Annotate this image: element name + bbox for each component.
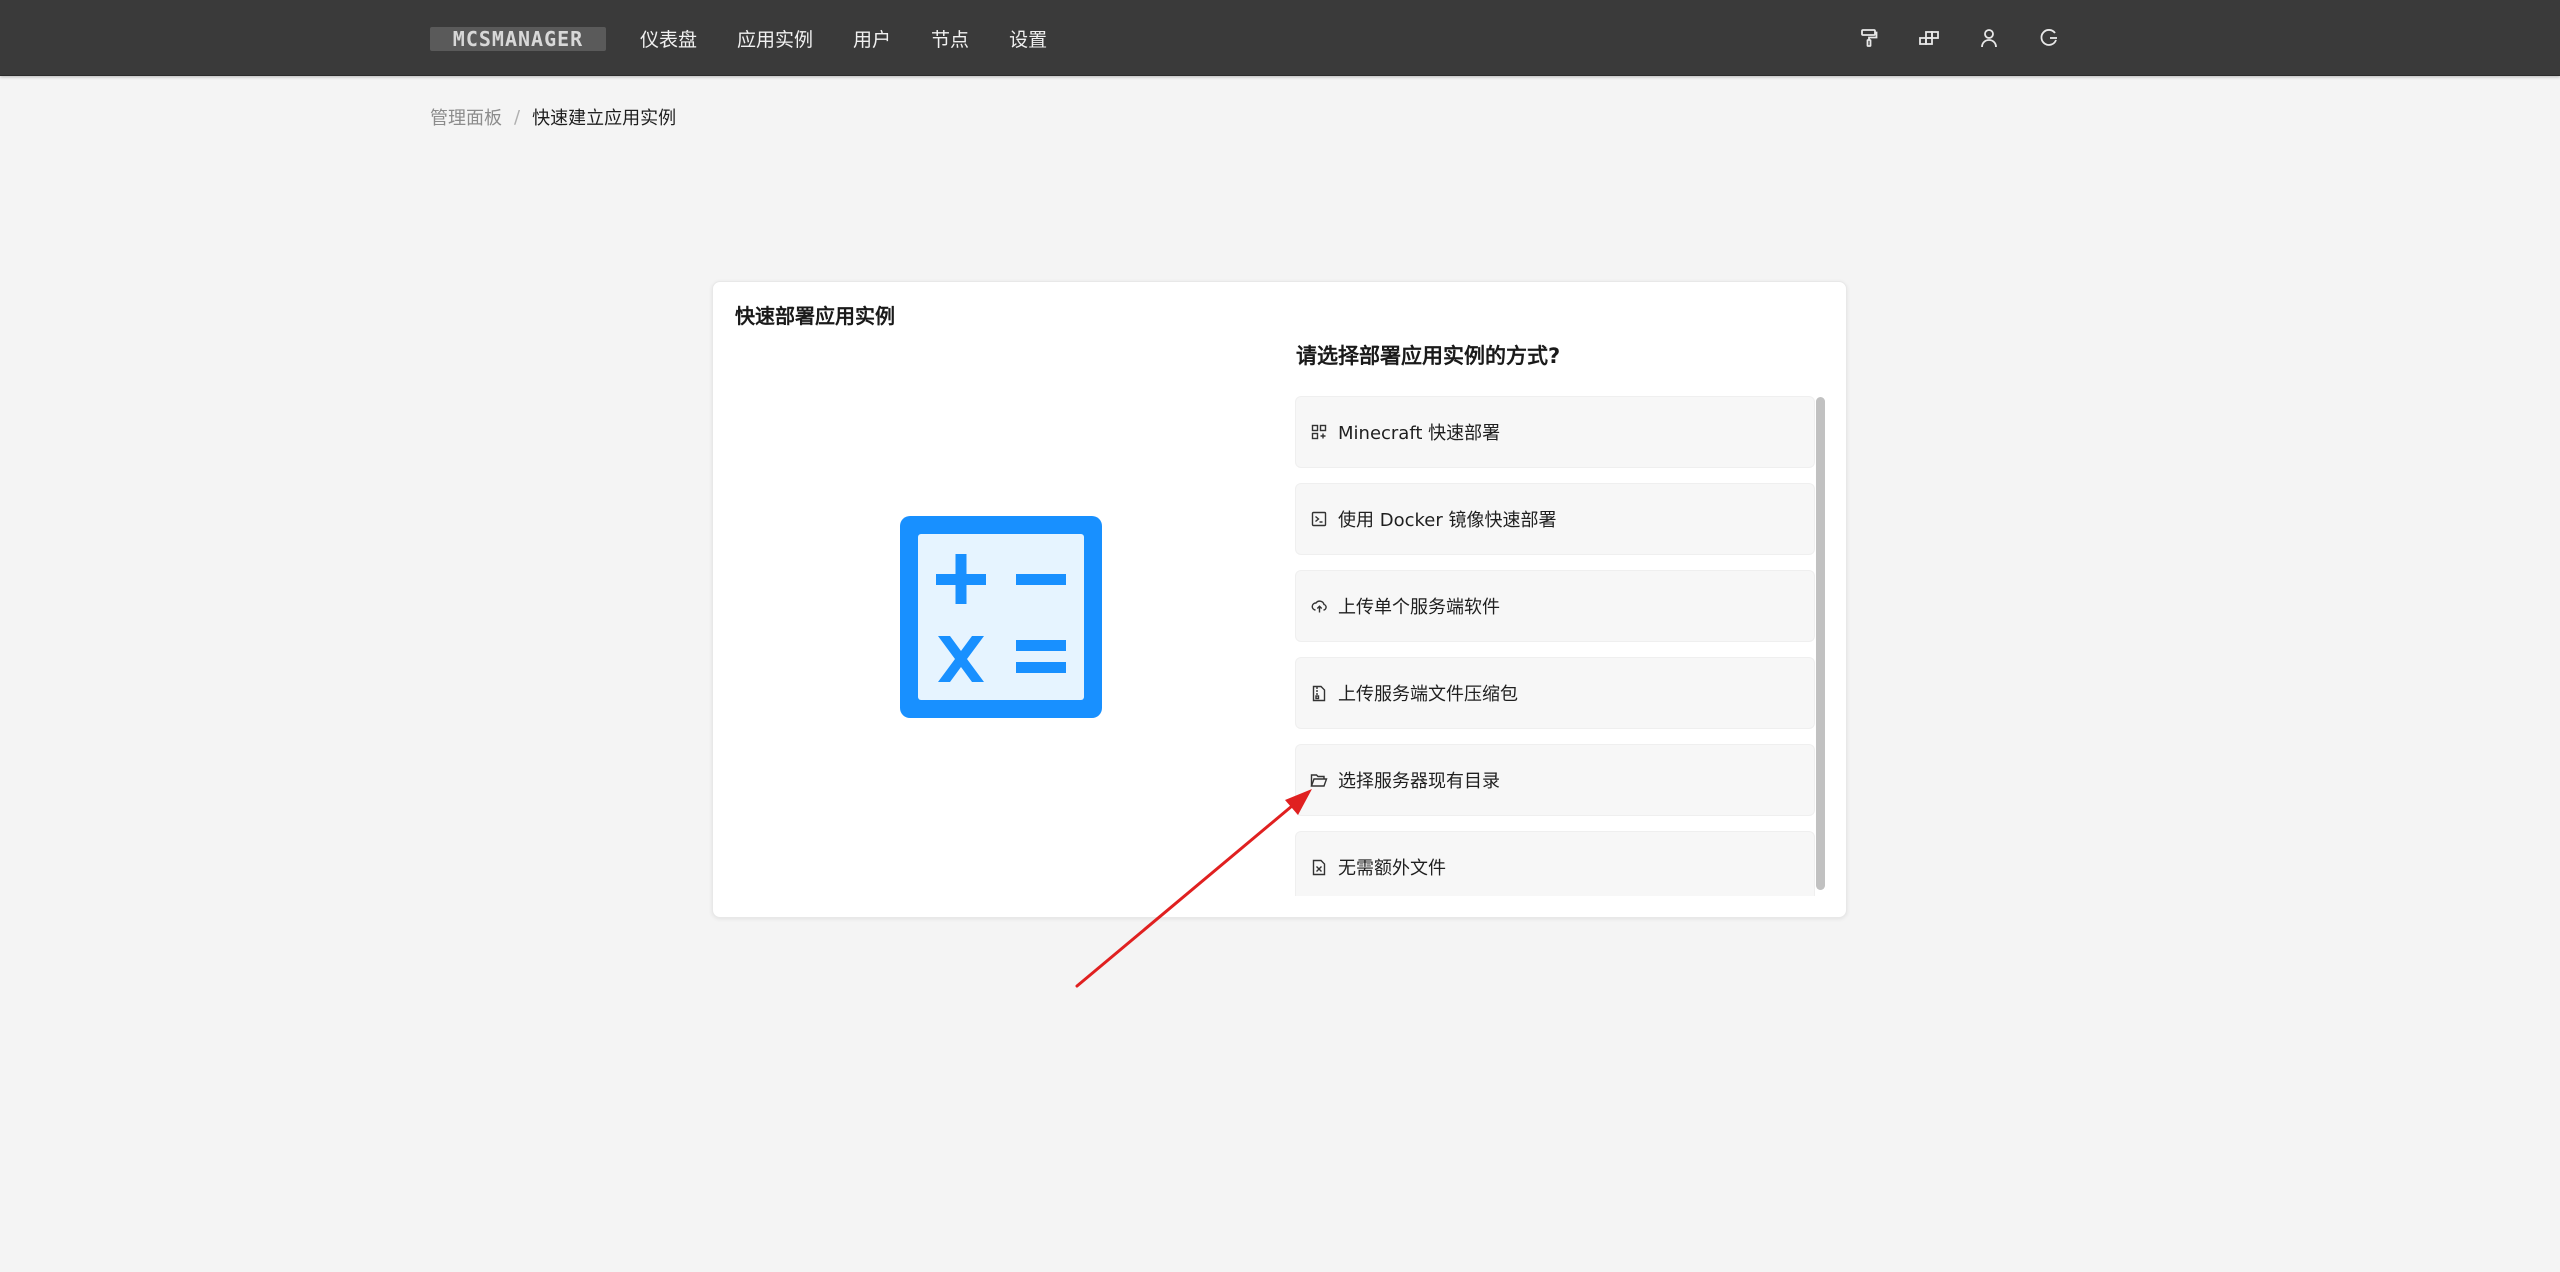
option-label: 上传单个服务端软件 xyxy=(1338,597,1500,618)
breadcrumb-parent[interactable]: 管理面板 xyxy=(430,104,502,130)
option-label: 上传服务端文件压缩包 xyxy=(1338,684,1518,705)
option-docker-deploy[interactable]: 使用 Docker 镜像快速部署 xyxy=(1295,483,1815,555)
quick-deploy-card: 快速部署应用实例 请选择部署应用实例的方式? Minecraft 快速部署 使用… xyxy=(712,281,1847,918)
option-label: 无需额外文件 xyxy=(1338,858,1446,879)
option-upload-single-server[interactable]: 上传单个服务端软件 xyxy=(1295,570,1815,642)
cloud-upload-icon xyxy=(1310,597,1328,615)
option-label: Minecraft 快速部署 xyxy=(1338,423,1501,444)
nav-dashboard[interactable]: 仪表盘 xyxy=(640,0,717,76)
main-nav: 仪表盘 应用实例 用户 节点 设置 xyxy=(640,0,1067,76)
paint-roller-icon[interactable] xyxy=(1858,27,1880,49)
nodes-icon[interactable] xyxy=(1918,27,1940,49)
nav-instances[interactable]: 应用实例 xyxy=(717,0,833,76)
user-icon[interactable] xyxy=(1978,27,2000,49)
option-label: 选择服务器现有目录 xyxy=(1338,771,1500,792)
file-excel-icon xyxy=(1310,858,1328,876)
option-upload-archive[interactable]: 上传服务端文件压缩包 xyxy=(1295,657,1815,729)
top-navbar: MCSMANAGER 仪表盘 应用实例 用户 节点 设置 xyxy=(0,0,2560,76)
nav-users[interactable]: 用户 xyxy=(833,0,911,76)
file-zip-icon xyxy=(1310,684,1328,702)
option-label: 使用 Docker 镜像快速部署 xyxy=(1338,510,1557,531)
breadcrumb: 管理面板 / 快速建立应用实例 xyxy=(430,104,676,130)
breadcrumb-separator: / xyxy=(514,106,521,128)
option-select-existing-directory[interactable]: 选择服务器现有目录 xyxy=(1295,744,1815,816)
deploy-method-question: 请选择部署应用实例的方式? xyxy=(1296,344,1561,368)
appstore-icon xyxy=(1310,423,1328,441)
calculator-icon xyxy=(900,516,1102,718)
terminal-icon xyxy=(1310,510,1328,528)
option-no-extra-files[interactable]: 无需额外文件 xyxy=(1295,831,1815,896)
breadcrumb-current: 快速建立应用实例 xyxy=(532,108,677,129)
top-actions xyxy=(1858,0,2060,76)
options-scrollbar[interactable] xyxy=(1816,397,1825,890)
folder-open-icon xyxy=(1310,771,1328,789)
logout-icon[interactable] xyxy=(2038,27,2060,49)
deploy-options-list[interactable]: Minecraft 快速部署 使用 Docker 镜像快速部署 上传单个服务端软… xyxy=(1295,396,1815,896)
mcsmanager-logo[interactable]: MCSMANAGER xyxy=(430,27,606,51)
logo-text: MCSMANAGER xyxy=(453,27,583,51)
nav-settings[interactable]: 设置 xyxy=(989,0,1067,76)
option-minecraft-quick-deploy[interactable]: Minecraft 快速部署 xyxy=(1295,396,1815,468)
nav-nodes[interactable]: 节点 xyxy=(911,0,989,76)
card-title: 快速部署应用实例 xyxy=(735,304,895,328)
